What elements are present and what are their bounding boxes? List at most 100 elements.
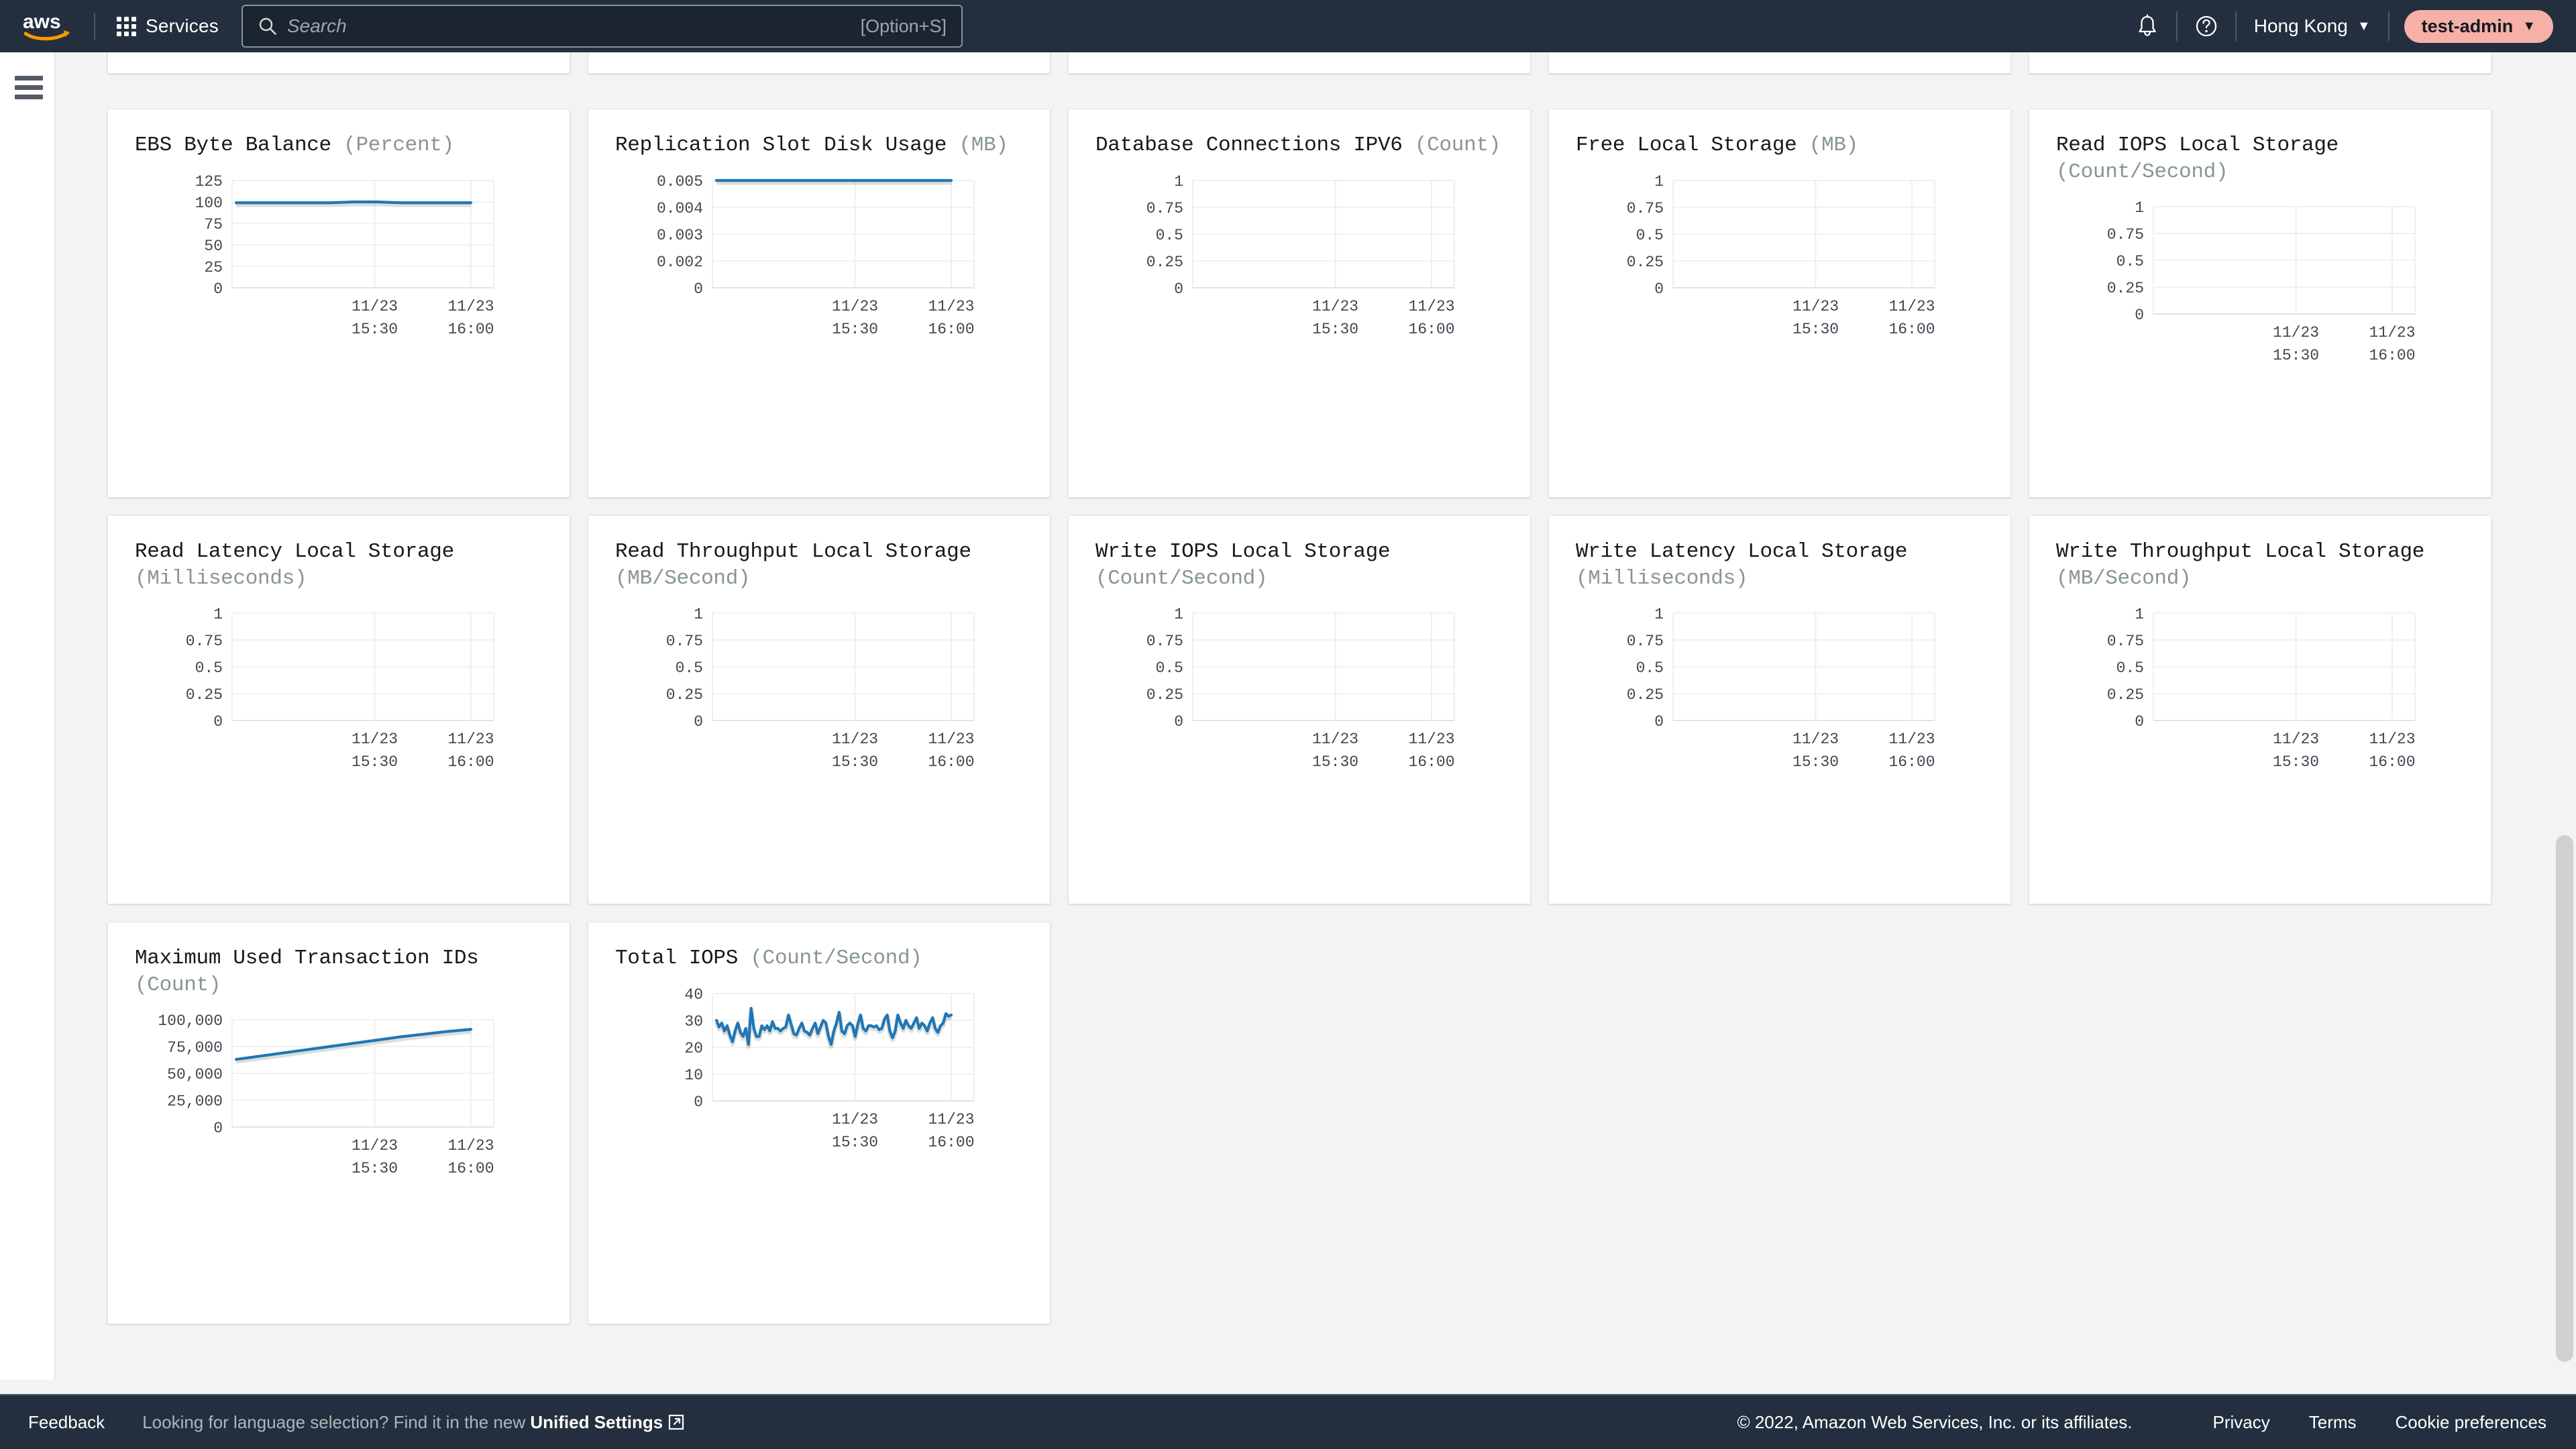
account-label: test-admin: [2422, 16, 2514, 37]
metric-widget-card[interactable]: Write IOPS Local Storage (Count/Second) 1…: [1068, 515, 1531, 904]
widget-metric-name: Total IOPS: [615, 947, 738, 970]
metric-widget-card[interactable]: Free Local Storage (MB) 10.750.50.25011/2…: [1548, 109, 2011, 498]
widget-title: EBS Byte Balance (Percent): [108, 109, 570, 159]
widget-chart[interactable]: 10.750.50.25011/2315:3011/2316:00: [588, 604, 1050, 778]
metric-widget-card-partial[interactable]: [588, 52, 1051, 74]
metric-widget-card[interactable]: Write Throughput Local Storage (MB/Secon…: [2029, 515, 2491, 904]
svg-text:15:30: 15:30: [352, 1160, 398, 1177]
svg-text:11/23: 11/23: [928, 731, 974, 748]
svg-text:15:30: 15:30: [2273, 753, 2319, 771]
metric-widget-card[interactable]: Database Connections IPV6 (Count)10.750.…: [1068, 109, 1531, 498]
svg-text:11/23: 11/23: [832, 298, 878, 315]
cookie-preferences-link[interactable]: Cookie preferences: [2396, 1412, 2546, 1433]
svg-text:0.25: 0.25: [1146, 254, 1183, 271]
metric-widget-card-partial[interactable]: [1548, 52, 2011, 74]
svg-text:0.5: 0.5: [195, 659, 223, 677]
language-selection-note: Looking for language selection? Find it …: [142, 1412, 684, 1433]
widget-metric-name: Write Latency Local Storage: [1576, 540, 1907, 564]
widget-chart[interactable]: 10.750.50.25011/2315:3011/2316:00: [1549, 171, 2010, 345]
hamburger-menu-icon[interactable]: [15, 76, 43, 104]
svg-text:1: 1: [1174, 606, 1183, 623]
metric-widget-card[interactable]: Total IOPS (Count/Second)40302010011/231…: [588, 922, 1051, 1324]
metric-widget-card-partial[interactable]: [1068, 52, 1531, 74]
svg-text:75,000: 75,000: [167, 1039, 223, 1057]
svg-text:100: 100: [195, 195, 223, 212]
unified-settings-link[interactable]: Unified Settings: [530, 1412, 663, 1432]
svg-text:11/23: 11/23: [352, 731, 398, 748]
svg-text:50: 50: [204, 237, 223, 255]
svg-text:11/23: 11/23: [447, 298, 494, 315]
svg-text:0: 0: [694, 713, 703, 731]
widget-chart[interactable]: 10.750.50.25011/2315:3011/2316:00: [1069, 171, 1530, 345]
services-menu-button[interactable]: Services: [111, 11, 224, 41]
widget-chart[interactable]: 40302010011/2315:3011/2316:00: [588, 984, 1050, 1159]
widget-chart[interactable]: 10.750.50.25011/2315:3011/2316:00: [1069, 604, 1530, 778]
svg-text:11/23: 11/23: [928, 298, 974, 315]
metric-widget-card-partial[interactable]: [2029, 52, 2491, 74]
metric-widget-card-partial[interactable]: [107, 52, 570, 74]
metric-widget-card[interactable]: Read Latency Local Storage (Milliseconds…: [107, 515, 570, 904]
svg-text:11/23: 11/23: [2273, 324, 2319, 341]
svg-text:0.75: 0.75: [2107, 226, 2144, 244]
svg-text:1: 1: [1654, 173, 1664, 191]
widget-chart[interactable]: 10.750.50.25011/2315:3011/2316:00: [2029, 604, 2491, 778]
widget-chart[interactable]: 10.750.50.25011/2315:3011/2316:00: [1549, 604, 2010, 778]
help-button[interactable]: [2178, 13, 2235, 39]
region-selector[interactable]: Hong Kong ▼: [2237, 15, 2388, 37]
svg-text:16:00: 16:00: [1408, 753, 1454, 771]
account-menu-button[interactable]: test-admin ▼: [2404, 10, 2553, 43]
widget-title: Maximum Used Transaction IDs (Count): [108, 922, 570, 998]
widget-chart[interactable]: 125100755025011/2315:3011/2316:00: [108, 171, 570, 345]
svg-text:11/23: 11/23: [352, 298, 398, 315]
svg-text:1: 1: [1174, 173, 1183, 191]
svg-text:11/23: 11/23: [2369, 731, 2415, 748]
dashboard-content: EBS Byte Balance (Percent)12510075502501…: [55, 52, 2576, 1379]
svg-text:20: 20: [684, 1040, 703, 1057]
svg-text:11/23: 11/23: [832, 1111, 878, 1128]
svg-text:aws: aws: [23, 11, 61, 33]
widget-metric-unit: (Percent): [331, 133, 454, 157]
widget-title: Replication Slot Disk Usage (MB): [588, 109, 1050, 159]
metric-widget-card[interactable]: Read Throughput Local Storage (MB/Second…: [588, 515, 1051, 904]
notifications-button[interactable]: [2118, 13, 2176, 39]
region-label: Hong Kong: [2254, 15, 2348, 37]
widget-metric-name: Read Throughput Local Storage: [615, 540, 971, 564]
widget-chart[interactable]: 10.750.50.25011/2315:3011/2316:00: [108, 604, 570, 778]
svg-text:0.003: 0.003: [657, 227, 703, 244]
vertical-scrollbar[interactable]: [2556, 835, 2573, 1362]
svg-text:11/23: 11/23: [928, 1111, 974, 1128]
svg-text:0: 0: [694, 280, 703, 298]
widget-chart[interactable]: 0.0050.0040.0030.002011/2315:3011/2316:0…: [588, 171, 1050, 345]
metric-widget-card[interactable]: Read IOPS Local Storage (Count/Second)10…: [2029, 109, 2491, 498]
metric-widget-card[interactable]: Maximum Used Transaction IDs (Count)100,…: [107, 922, 570, 1324]
svg-text:0.25: 0.25: [2107, 280, 2144, 297]
svg-text:16:00: 16:00: [2369, 347, 2415, 364]
svg-text:0: 0: [213, 1120, 223, 1137]
feedback-link[interactable]: Feedback: [28, 1412, 105, 1433]
privacy-link[interactable]: Privacy: [2213, 1412, 2270, 1433]
widget-row: EBS Byte Balance (Percent)12510075502501…: [107, 109, 2522, 498]
widget-chart[interactable]: 10.750.50.25011/2315:3011/2316:00: [2029, 197, 2491, 372]
global-search-input[interactable]: Search [Option+S]: [241, 5, 963, 48]
terms-link[interactable]: Terms: [2309, 1412, 2357, 1433]
widget-metric-name: Replication Slot Disk Usage: [615, 133, 947, 157]
svg-text:16:00: 16:00: [447, 753, 494, 771]
svg-text:15:30: 15:30: [832, 753, 878, 771]
svg-text:1: 1: [1654, 606, 1664, 623]
widget-metric-name: Free Local Storage: [1576, 133, 1796, 157]
svg-text:11/23: 11/23: [1792, 731, 1839, 748]
svg-text:0: 0: [1174, 280, 1183, 298]
svg-text:16:00: 16:00: [1888, 753, 1935, 771]
widget-chart[interactable]: 100,00075,00050,00025,000011/2315:3011/2…: [108, 1010, 570, 1185]
aws-logo[interactable]: aws: [23, 11, 78, 42]
bell-icon: [2135, 13, 2160, 39]
metric-widget-card[interactable]: EBS Byte Balance (Percent)12510075502501…: [107, 109, 570, 498]
metric-widget-card[interactable]: Write Latency Local Storage (Millisecond…: [1548, 515, 2011, 904]
svg-text:0.75: 0.75: [1146, 633, 1183, 650]
svg-text:50,000: 50,000: [167, 1066, 223, 1083]
metric-widget-card[interactable]: Replication Slot Disk Usage (MB)0.0050.0…: [588, 109, 1051, 498]
widget-title: Write IOPS Local Storage (Count/Second): [1069, 516, 1530, 592]
svg-text:0.75: 0.75: [666, 633, 703, 650]
svg-text:0.5: 0.5: [2116, 253, 2144, 270]
widget-title: Free Local Storage (MB): [1549, 109, 2010, 159]
